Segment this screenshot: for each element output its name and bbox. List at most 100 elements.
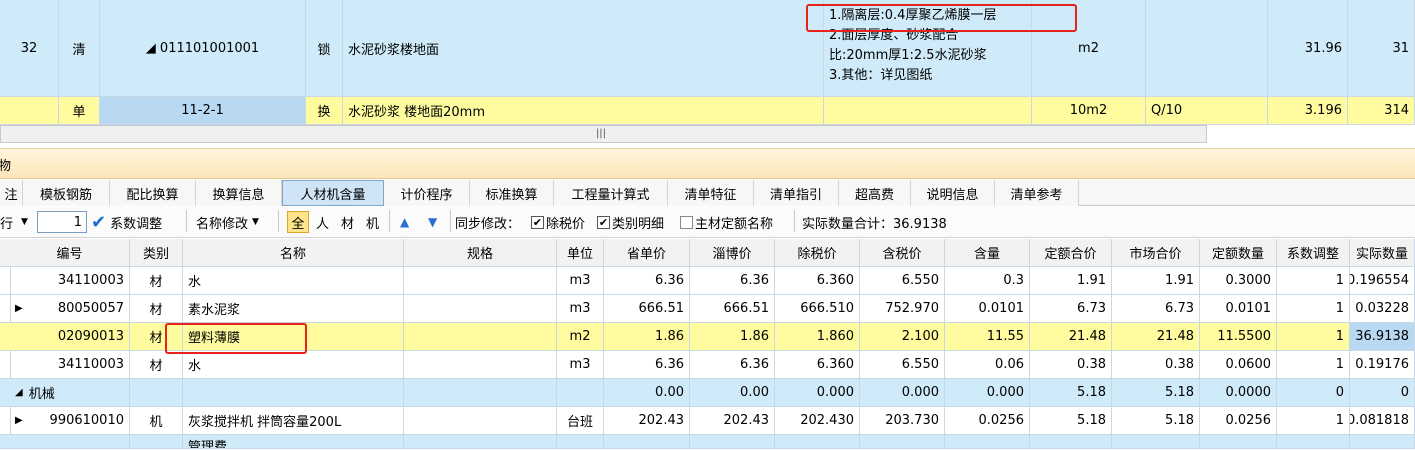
table-cell-market-total[interactable]: 0.38 bbox=[1112, 351, 1200, 379]
table-cell-partial[interactable] bbox=[1030, 435, 1112, 449]
top-row-seq[interactable] bbox=[0, 97, 59, 125]
table-cell-unit[interactable]: m3 bbox=[557, 351, 604, 379]
top-row-unit[interactable]: m2 bbox=[1032, 0, 1146, 97]
table-cell-spec[interactable] bbox=[404, 267, 557, 295]
top-row-code[interactable]: ◢ 011101001001 bbox=[100, 0, 306, 97]
table-cell-quota-qty[interactable]: 0.0101 bbox=[1200, 295, 1277, 323]
table-cell-market-total[interactable]: 6.73 bbox=[1112, 295, 1200, 323]
table-cell-province-price[interactable]: 0.00 bbox=[604, 379, 690, 407]
table-cell-quota-total[interactable]: 5.18 bbox=[1030, 379, 1112, 407]
category-detail-checkbox[interactable]: ✔ 类别明细 bbox=[597, 207, 664, 237]
table-cell-tax-price[interactable]: 6.550 bbox=[860, 351, 945, 379]
table-cell-unit[interactable]: m2 bbox=[557, 323, 604, 351]
table-cell-actual-qty[interactable]: 0.19176 bbox=[1350, 351, 1415, 379]
table-cell-quota-total[interactable]: 6.73 bbox=[1030, 295, 1112, 323]
top-row-expr[interactable] bbox=[1146, 0, 1268, 97]
header-col-tax-price[interactable]: 含税价 bbox=[860, 239, 945, 267]
collapse-icon[interactable]: ◢ bbox=[15, 387, 23, 398]
filter-material-button[interactable]: 材 bbox=[341, 207, 354, 237]
tab-resource-content[interactable]: 人材机含量 bbox=[282, 180, 384, 206]
top-row-seq[interactable]: 32 bbox=[0, 0, 59, 97]
table-cell-partial[interactable] bbox=[404, 435, 557, 449]
table-cell-name[interactable]: 水 bbox=[183, 351, 404, 379]
tab-item-guide[interactable]: 清单指引 bbox=[754, 180, 839, 206]
header-col-spec[interactable]: 规格 bbox=[404, 239, 557, 267]
filter-machine-button[interactable]: 机 bbox=[366, 207, 379, 237]
top-row-change[interactable]: 换 bbox=[306, 97, 343, 125]
table-cell-actual-qty[interactable]: 0 bbox=[1350, 379, 1415, 407]
table-cell-zibo-price[interactable]: 1.86 bbox=[690, 323, 775, 351]
top-row-type[interactable]: 清 bbox=[59, 0, 100, 97]
table-cell-code[interactable]: ◢ 机械 bbox=[10, 379, 130, 407]
header-col-name[interactable]: 名称 bbox=[183, 239, 404, 267]
table-cell-category[interactable]: 材 bbox=[130, 295, 183, 323]
table-cell-content[interactable]: 0.06 bbox=[945, 351, 1030, 379]
header-col-content[interactable]: 含量 bbox=[945, 239, 1030, 267]
row-dropdown[interactable]: 行 ▼ bbox=[0, 207, 28, 237]
table-cell-spec[interactable] bbox=[404, 295, 557, 323]
top-row-unit[interactable]: 10m2 bbox=[1032, 97, 1146, 125]
table-cell-name[interactable]: 灰浆搅拌机 拌筒容量200L bbox=[183, 407, 404, 435]
table-cell-content[interactable]: 11.55 bbox=[945, 323, 1030, 351]
top-row-qty[interactable]: 31.96 bbox=[1268, 0, 1348, 97]
tab-conversion-info[interactable]: 换算信息 bbox=[196, 180, 282, 206]
table-cell-partial[interactable] bbox=[604, 435, 690, 449]
table-cell-coef[interactable]: 1 bbox=[1277, 323, 1350, 351]
table-cell-partial[interactable]: 管理费 bbox=[183, 435, 404, 449]
table-cell-partial[interactable] bbox=[1112, 435, 1200, 449]
table-cell-partial[interactable] bbox=[1200, 435, 1277, 449]
table-cell-partial[interactable] bbox=[557, 435, 604, 449]
table-cell-content[interactable]: 0.3 bbox=[945, 267, 1030, 295]
table-cell-partial[interactable] bbox=[1350, 435, 1415, 449]
header-col-quota-total[interactable]: 定额合价 bbox=[1030, 239, 1112, 267]
table-cell-spec[interactable] bbox=[404, 379, 557, 407]
table-cell-ex-tax-price[interactable]: 6.360 bbox=[775, 351, 860, 379]
top-row-features[interactable] bbox=[824, 97, 1032, 125]
table-cell-province-price[interactable]: 1.86 bbox=[604, 323, 690, 351]
header-col-province-price[interactable]: 省单价 bbox=[604, 239, 690, 267]
top-row-extra[interactable]: 314 bbox=[1348, 97, 1415, 125]
expand-icon[interactable]: ▶ bbox=[15, 415, 23, 426]
table-cell-ex-tax-price[interactable]: 666.510 bbox=[775, 295, 860, 323]
table-cell-actual-qty[interactable]: 0.196554 bbox=[1350, 267, 1415, 295]
table-cell-name[interactable]: 水 bbox=[183, 267, 404, 295]
horizontal-scrollbar[interactable]: ||| bbox=[0, 125, 1207, 143]
table-cell-quota-total[interactable]: 1.91 bbox=[1030, 267, 1112, 295]
table-cell-ex-tax-price[interactable]: 202.430 bbox=[775, 407, 860, 435]
table-cell-ex-tax-price[interactable]: 0.000 bbox=[775, 379, 860, 407]
table-cell-tax-price[interactable]: 2.100 bbox=[860, 323, 945, 351]
table-cell-code[interactable]: 34110003 bbox=[10, 267, 130, 295]
table-cell-content[interactable]: 0.0101 bbox=[945, 295, 1030, 323]
table-cell-partial[interactable] bbox=[1277, 435, 1350, 449]
filter-labor-button[interactable]: 人 bbox=[316, 207, 329, 237]
header-col-market-total[interactable]: 市场合价 bbox=[1112, 239, 1200, 267]
tab-pricing-procedure[interactable]: 计价程序 bbox=[384, 180, 470, 206]
table-cell-content[interactable]: 0.000 bbox=[945, 379, 1030, 407]
table-cell-province-price[interactable]: 666.51 bbox=[604, 295, 690, 323]
filter-all-button[interactable]: 全 bbox=[287, 211, 309, 233]
table-cell-actual-qty[interactable]: 36.9138 bbox=[1350, 323, 1415, 351]
table-cell-coef[interactable]: 1 bbox=[1277, 295, 1350, 323]
table-cell-partial[interactable] bbox=[10, 435, 130, 449]
main-material-checkbox[interactable]: 主材定额名称 bbox=[680, 207, 773, 237]
table-cell-zibo-price[interactable]: 6.36 bbox=[690, 351, 775, 379]
table-cell-tax-price[interactable]: 752.970 bbox=[860, 295, 945, 323]
table-cell-actual-qty[interactable]: 0.03228 bbox=[1350, 295, 1415, 323]
table-cell-quota-total[interactable]: 0.38 bbox=[1030, 351, 1112, 379]
tab-quantity-formula[interactable]: 工程量计算式 bbox=[554, 180, 668, 206]
table-cell-spec[interactable] bbox=[404, 407, 557, 435]
table-cell-category[interactable]: 材 bbox=[130, 267, 183, 295]
table-cell-market-total[interactable]: 5.18 bbox=[1112, 379, 1200, 407]
top-row-type[interactable]: 单 bbox=[59, 97, 100, 125]
table-cell-quota-qty[interactable]: 11.5500 bbox=[1200, 323, 1277, 351]
table-cell-partial[interactable] bbox=[945, 435, 1030, 449]
table-cell-coef[interactable]: 0 bbox=[1277, 379, 1350, 407]
table-cell-partial[interactable] bbox=[690, 435, 775, 449]
top-row-name[interactable]: 水泥砂浆楼地面 bbox=[343, 0, 824, 97]
table-cell-zibo-price[interactable]: 202.43 bbox=[690, 407, 775, 435]
table-cell-code[interactable]: 34110003 bbox=[10, 351, 130, 379]
top-row-qty[interactable]: 3.196 bbox=[1268, 97, 1348, 125]
table-cell-market-total[interactable]: 5.18 bbox=[1112, 407, 1200, 435]
table-cell-name[interactable]: 塑料薄膜 bbox=[183, 323, 404, 351]
table-cell-zibo-price[interactable]: 666.51 bbox=[690, 295, 775, 323]
